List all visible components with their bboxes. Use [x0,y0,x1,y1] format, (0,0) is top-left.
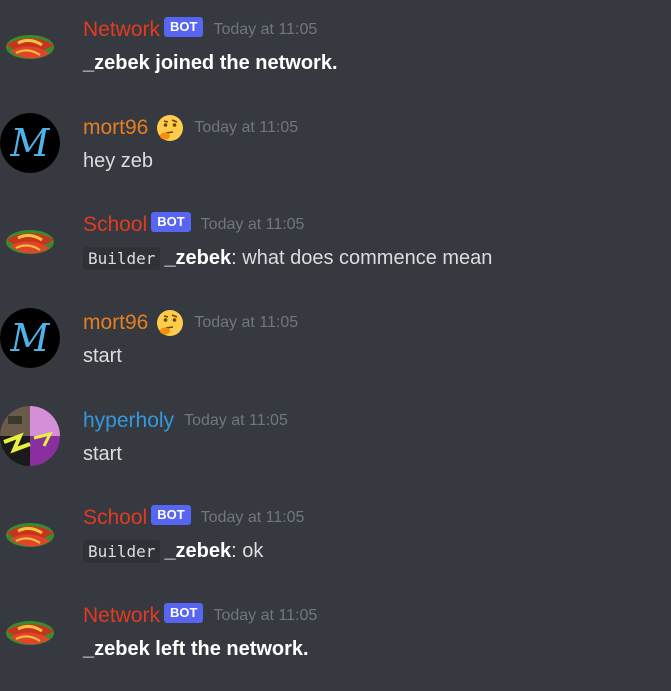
red-serpent-avatar-icon[interactable] [0,503,60,563]
message-content: _zebek joined the network. [83,52,338,74]
timestamp: Today at 11:05 [200,509,305,526]
message-item: Network BOT Today at 11:05 _zebek left the… [0,601,671,691]
timestamp: Today at 11:05 [200,216,305,233]
username[interactable]: School [83,506,147,529]
username[interactable]: School [83,213,147,236]
code-tag: Builder [83,247,161,270]
thinking-face-emoji-icon [156,114,184,142]
username[interactable]: hyperholy [83,409,174,432]
bot-badge: BOT [151,505,191,525]
red-serpent-avatar-icon[interactable] [0,210,60,270]
red-serpent-avatar-icon[interactable] [0,15,60,75]
user-mention[interactable]: _zebek [164,540,231,562]
user-mention[interactable]: _zebek [164,247,231,269]
svg-text:M: M [10,121,51,165]
thinking-face-emoji-icon [156,309,184,337]
letter-m-avatar-icon[interactable]: M [0,308,60,368]
username[interactable]: mort96 [83,116,148,139]
message-content: _zebek left the network. [83,638,309,660]
message-header: mort96 Today at 11:05 [83,308,298,338]
message-item: Network BOT Today at 11:05 _zebek joined t… [0,15,671,105]
message-header: mort96 Today at 11:05 [83,113,298,143]
message-content: hey zeb [83,150,154,172]
message-content: start [83,345,122,367]
message-header: Network BOT Today at 11:05 [83,601,317,631]
separator: : [231,540,237,562]
message-header: School BOT Today at 11:05 [83,210,304,240]
message-item: School BOT Today at 11:05 Builder _zebek: w… [0,210,671,300]
message-content: Builder _zebek: what does commence mean [83,244,492,273]
message-content: start [83,443,122,465]
timestamp: Today at 11:05 [213,21,318,38]
message-item: M mort96 Today at 11:05 start [0,308,671,398]
red-serpent-avatar-icon[interactable] [0,601,60,661]
separator: : [231,247,237,269]
letter-m-avatar-icon[interactable]: M [0,113,60,173]
username[interactable]: mort96 [83,311,148,334]
message-text: what does commence mean [242,247,493,269]
bot-badge: BOT [164,603,204,623]
username[interactable]: Network [83,604,160,627]
message-header: hyperholy Today at 11:05 [83,406,288,436]
timestamp: Today at 11:05 [194,314,299,331]
message-text: ok [242,540,264,562]
message-header: School BOT Today at 11:05 [83,503,304,533]
message-header: Network BOT Today at 11:05 [83,15,317,45]
bot-badge: BOT [164,17,204,37]
timestamp: Today at 11:05 [213,607,318,624]
bot-badge: BOT [151,212,191,232]
message-item: M mort96 Today at 11:05 hey zeb [0,113,671,203]
svg-text:M: M [10,316,51,360]
message-item: hyperholy Today at 11:05 start [0,406,671,496]
code-tag: Builder [83,540,161,563]
message-item: School BOT Today at 11:05 Builder _zebek: o… [0,503,671,593]
message-content: Builder _zebek: ok [83,537,263,566]
username[interactable]: Network [83,18,160,41]
glitch-art-avatar-icon[interactable] [0,406,60,466]
timestamp: Today at 11:05 [194,119,299,136]
timestamp: Today at 11:05 [184,412,288,429]
